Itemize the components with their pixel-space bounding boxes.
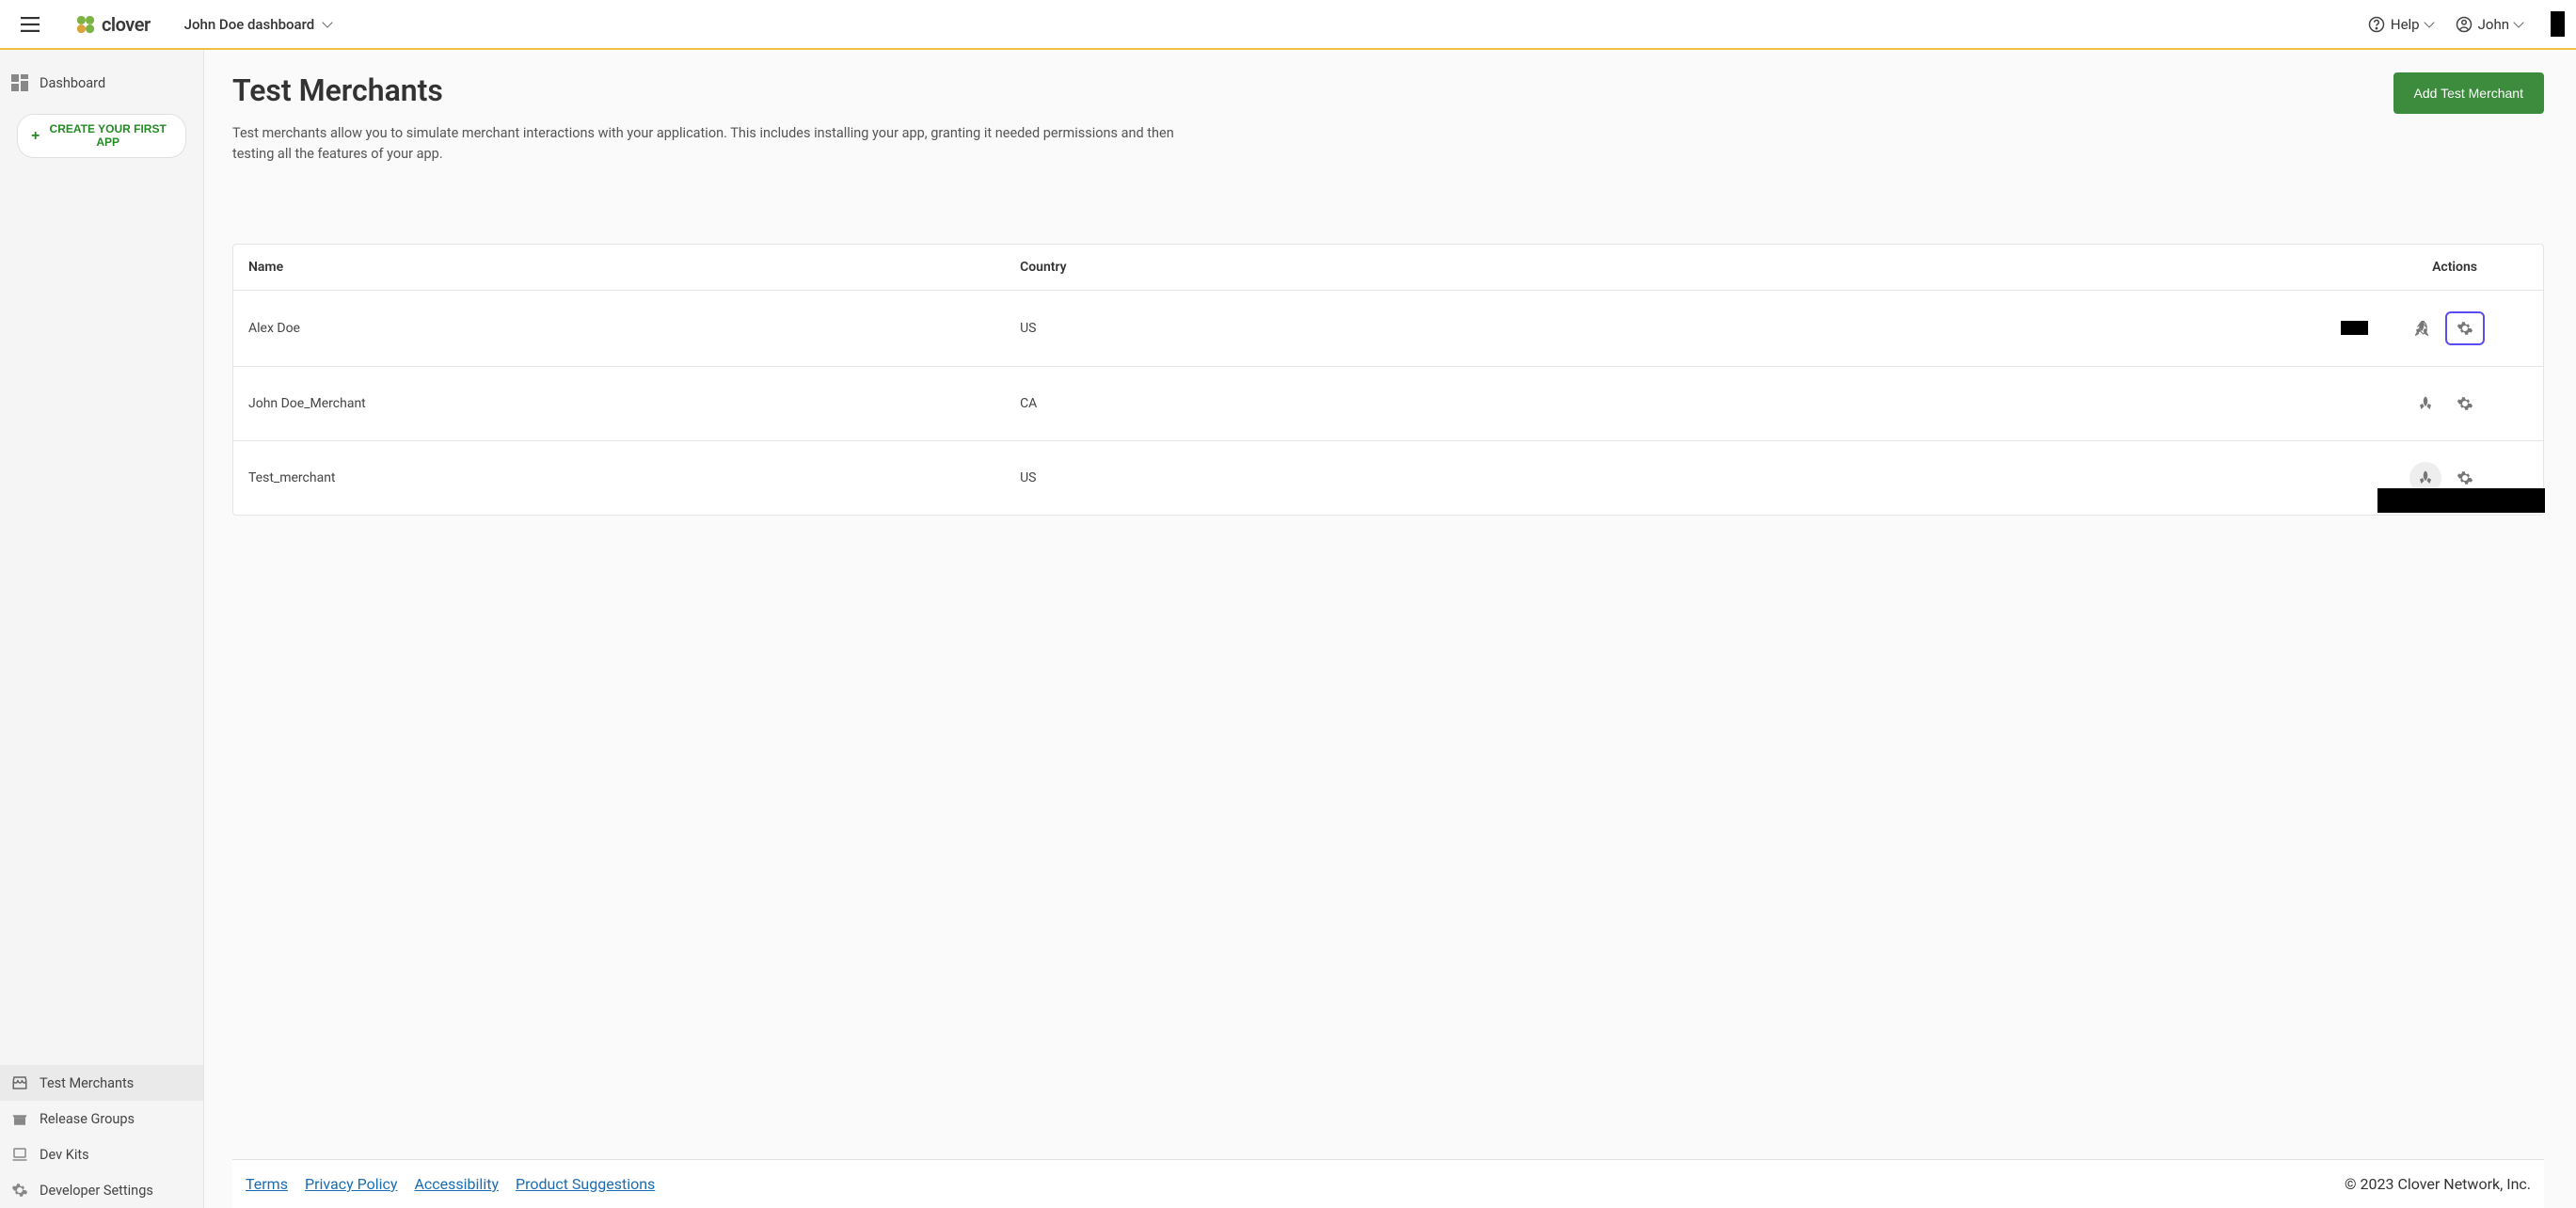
redacted-block xyxy=(2341,321,2368,335)
create-app-label: CREATE YOUR FIRST APP xyxy=(47,122,168,150)
gear-icon xyxy=(11,1182,28,1199)
plus-icon: + xyxy=(31,127,40,145)
create-first-app-button[interactable]: + CREATE YOUR FIRST APP xyxy=(17,114,186,158)
launch-merchant-button[interactable] xyxy=(2406,312,2438,344)
sidebar: Dashboard + CREATE YOUR FIRST APP xyxy=(0,50,204,1208)
merchants-table: Name Country Actions Alex Doe US xyxy=(232,244,2544,516)
gear-icon xyxy=(2457,395,2473,412)
chevron-down-icon xyxy=(2513,17,2523,27)
sidebar-item-developer-settings[interactable]: Developer Settings xyxy=(0,1172,203,1208)
sidebar-item-label: Test Merchants xyxy=(40,1075,134,1091)
dashboard-name: John Doe dashboard xyxy=(184,16,315,33)
user-name: John xyxy=(2478,16,2509,33)
page-title: Test Merchants xyxy=(232,72,443,108)
table-row: John Doe_Merchant CA xyxy=(233,366,2543,440)
rocket-icon xyxy=(2417,395,2434,412)
sidebar-item-test-merchants[interactable]: Test Merchants xyxy=(0,1065,203,1101)
footer-link-terms[interactable]: Terms xyxy=(246,1175,288,1193)
sidebar-item-release-groups[interactable]: Release Groups xyxy=(0,1101,203,1136)
gear-icon xyxy=(2457,320,2473,337)
dashboard-selector[interactable]: John Doe dashboard xyxy=(184,16,332,33)
logo[interactable]: clover xyxy=(75,13,151,36)
copyright: © 2023 Clover Network, Inc. xyxy=(2345,1175,2531,1193)
menu-toggle-button[interactable] xyxy=(11,6,49,43)
add-test-merchant-button[interactable]: Add Test Merchant xyxy=(2393,72,2544,114)
sidebar-item-label: Dev Kits xyxy=(40,1147,89,1163)
logo-text: clover xyxy=(102,13,151,36)
footer-link-suggestions[interactable]: Product Suggestions xyxy=(516,1175,655,1193)
merchant-country: US xyxy=(1005,440,1407,515)
rocket-icon xyxy=(2417,469,2434,486)
sidebar-item-label: Release Groups xyxy=(40,1111,135,1127)
column-header-name: Name xyxy=(233,245,1005,291)
merchant-settings-button[interactable] xyxy=(2445,311,2485,345)
sidebar-item-label: Developer Settings xyxy=(40,1183,153,1199)
sidebar-item-dev-kits[interactable]: Dev Kits xyxy=(0,1136,203,1172)
sidebar-item-label: Dashboard xyxy=(40,75,105,91)
footer: Terms Privacy Policy Accessibility Produ… xyxy=(232,1159,2544,1208)
redacted-block xyxy=(2377,488,2545,513)
footer-link-privacy[interactable]: Privacy Policy xyxy=(305,1175,398,1193)
merchant-country: CA xyxy=(1005,366,1407,440)
footer-link-accessibility[interactable]: Accessibility xyxy=(414,1175,499,1193)
hamburger-icon xyxy=(21,17,40,32)
chevron-down-icon xyxy=(2424,17,2434,27)
table-row: Test_merchant US xyxy=(233,440,2543,515)
storefront-icon xyxy=(11,1074,28,1091)
rocket-icon xyxy=(2413,320,2430,337)
merchant-country: US xyxy=(1005,290,1407,366)
sidebar-item-dashboard[interactable]: Dashboard xyxy=(0,65,203,101)
dashboard-icon xyxy=(11,74,28,91)
merchant-name: Test_merchant xyxy=(233,440,1005,515)
main-content: Test Merchants Add Test Merchant Test me… xyxy=(204,50,2576,1208)
table-row: Alex Doe US xyxy=(233,290,2543,366)
column-header-country: Country xyxy=(1005,245,1407,291)
help-button[interactable]: Help xyxy=(2368,16,2433,33)
help-label: Help xyxy=(2391,16,2420,33)
user-icon xyxy=(2456,16,2473,33)
help-icon xyxy=(2368,16,2385,33)
column-header-actions: Actions xyxy=(1407,245,2543,291)
gear-icon xyxy=(2457,469,2473,486)
store-icon xyxy=(11,1110,28,1127)
chevron-down-icon xyxy=(323,17,333,27)
page-description: Test merchants allow you to simulate mer… xyxy=(232,123,1211,165)
redacted-block xyxy=(2551,11,2565,37)
merchant-settings-button[interactable] xyxy=(2449,388,2481,420)
user-menu-button[interactable]: John xyxy=(2456,16,2522,33)
clover-logo-icon xyxy=(75,14,96,35)
launch-merchant-button[interactable] xyxy=(2409,388,2441,420)
app-header: clover John Doe dashboard Help xyxy=(0,0,2576,50)
merchant-name: Alex Doe xyxy=(233,290,1005,366)
laptop-icon xyxy=(11,1146,28,1163)
merchant-name: John Doe_Merchant xyxy=(233,366,1005,440)
